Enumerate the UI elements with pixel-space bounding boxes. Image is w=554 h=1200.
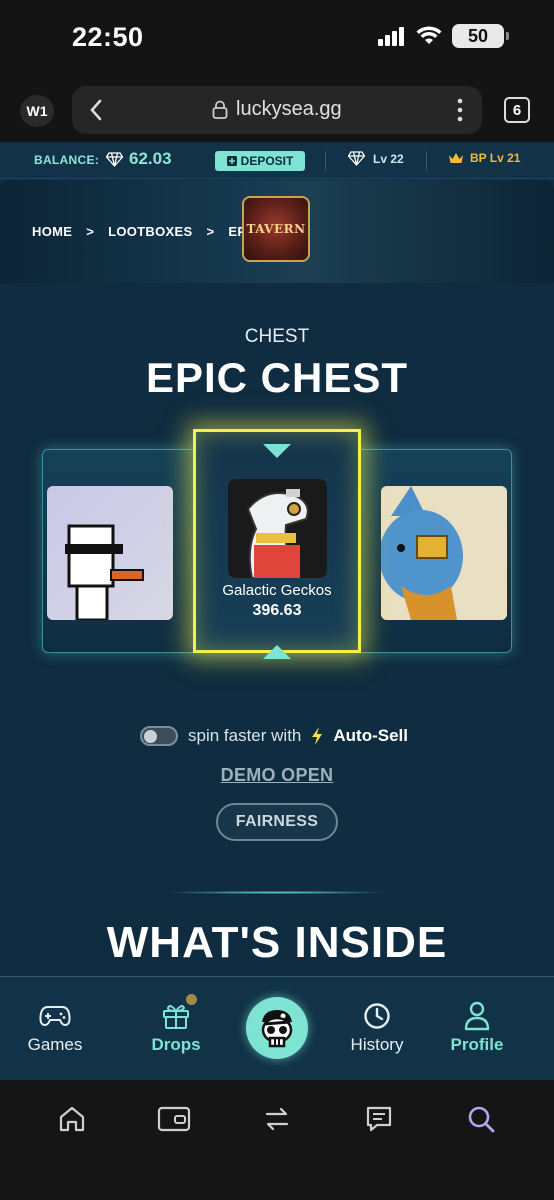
clock-history-icon bbox=[364, 1003, 390, 1029]
divider bbox=[325, 151, 326, 171]
status-bar: 22:50 50 bbox=[0, 0, 554, 80]
breadcrumb-home[interactable]: HOME bbox=[32, 224, 72, 239]
pirate-skull-icon bbox=[261, 1010, 293, 1048]
balance-value: 62.03 bbox=[129, 149, 172, 168]
nav-profile-label: Profile bbox=[450, 1035, 504, 1054]
diamond-icon bbox=[348, 151, 365, 166]
divider bbox=[426, 151, 427, 171]
autosell-label: Auto-Sell bbox=[333, 726, 408, 745]
autosell-row: spin faster with Auto-Sell bbox=[140, 726, 408, 746]
back-icon[interactable] bbox=[86, 96, 106, 124]
gift-icon bbox=[163, 1005, 189, 1029]
swap-glyph bbox=[265, 1107, 289, 1131]
home-pirate-button[interactable] bbox=[246, 997, 308, 1059]
tavern-logo-text: TAVERN bbox=[246, 222, 306, 236]
bp-level-text: BP Lv 21 bbox=[470, 151, 521, 165]
balance-display: 62.03 bbox=[106, 149, 172, 169]
plus-icon bbox=[226, 156, 237, 166]
fairness-button[interactable]: FAIRNESS bbox=[216, 803, 338, 841]
breadcrumb: HOME > LOOTBOXES > EPIC bbox=[32, 224, 260, 239]
hero-banner: HOME > LOOTBOXES > EPIC TAVERN bbox=[0, 180, 554, 283]
section-divider bbox=[170, 891, 384, 894]
item-price: 396.63 bbox=[252, 602, 302, 619]
nav-drops[interactable]: Drops bbox=[126, 1001, 226, 1055]
wifi-icon bbox=[416, 26, 442, 44]
breadcrumb-separator: > bbox=[86, 224, 95, 239]
diamond-icon bbox=[106, 151, 123, 167]
window-badge[interactable]: W1 bbox=[20, 95, 54, 127]
wallet-glyph bbox=[157, 1106, 191, 1132]
battery-icon: 50 bbox=[452, 24, 509, 48]
level-text: Lv 22 bbox=[373, 151, 404, 166]
nav-games-label: Games bbox=[27, 1035, 83, 1054]
signal-icon bbox=[378, 27, 404, 46]
nav-games[interactable]: Games bbox=[5, 1001, 105, 1055]
section-title: WHAT'S INSIDE bbox=[106, 918, 448, 967]
autosell-text: spin faster with bbox=[188, 726, 302, 745]
level-display[interactable]: Lv 22 bbox=[348, 151, 404, 166]
demo-open-link[interactable]: DEMO OPEN bbox=[0, 765, 554, 786]
battlepass-level[interactable]: BP Lv 21 bbox=[448, 151, 520, 165]
chest-category: CHEST bbox=[244, 326, 310, 347]
user-icon bbox=[464, 1001, 490, 1031]
nav-profile[interactable]: Profile bbox=[427, 1001, 527, 1055]
autosell-toggle[interactable] bbox=[140, 726, 178, 746]
page-content: BALANCE: 62.03 DEPOSIT Lv 22 BP Lv 21 HO… bbox=[0, 142, 554, 1079]
deposit-label: DEPOSIT bbox=[240, 154, 294, 168]
tabs-button[interactable]: 6 bbox=[504, 97, 530, 123]
lock-icon bbox=[212, 100, 228, 119]
reel-item-pixel-punk bbox=[47, 486, 173, 620]
address-bar[interactable]: luckysea.gg bbox=[72, 86, 482, 134]
nav-history[interactable]: History bbox=[327, 1001, 427, 1055]
pixel-punk-image bbox=[65, 524, 144, 620]
galactic-gecko-image bbox=[228, 479, 327, 578]
url-text: luckysea.gg bbox=[236, 98, 342, 120]
lightning-icon bbox=[312, 727, 323, 745]
url-display[interactable]: luckysea.gg bbox=[212, 98, 342, 121]
deposit-button[interactable]: DEPOSIT bbox=[215, 151, 305, 171]
page-title: EPIC CHEST bbox=[145, 354, 409, 401]
tavern-logo: TAVERN bbox=[242, 196, 310, 262]
gecko-art bbox=[228, 479, 327, 578]
clock: 22:50 bbox=[72, 22, 144, 52]
more-options-icon[interactable] bbox=[456, 96, 464, 124]
reel-pointer-top bbox=[263, 444, 291, 458]
search-glyph bbox=[468, 1106, 495, 1133]
item-name: Galactic Geckos bbox=[222, 582, 332, 599]
gamepad-icon bbox=[39, 1006, 71, 1027]
drops-notification-badge bbox=[186, 994, 197, 1005]
nav-drops-label: Drops bbox=[151, 1035, 201, 1054]
winning-item: Galactic Geckos 396.63 bbox=[193, 429, 361, 653]
swap-icon[interactable] bbox=[260, 1102, 294, 1136]
breadcrumb-separator: > bbox=[206, 224, 215, 239]
browser-bottom-bar bbox=[0, 1080, 554, 1200]
account-bar: BALANCE: 62.03 DEPOSIT Lv 22 BP Lv 21 bbox=[0, 142, 554, 179]
breadcrumb-lootboxes[interactable]: LOOTBOXES bbox=[108, 224, 192, 239]
cat-image bbox=[381, 486, 507, 620]
balance-label: BALANCE: bbox=[34, 153, 100, 167]
reel-pointer-bottom bbox=[263, 645, 291, 659]
status-icons: 50 bbox=[378, 24, 509, 48]
chat-icon[interactable] bbox=[362, 1102, 396, 1136]
home-icon[interactable] bbox=[55, 1102, 89, 1136]
reel-item-cat bbox=[381, 486, 507, 620]
home-glyph bbox=[59, 1106, 85, 1132]
search-icon[interactable] bbox=[464, 1102, 498, 1136]
bottom-navigation: Games Drops History Profile bbox=[0, 976, 554, 1080]
crown-icon bbox=[449, 153, 463, 163]
nav-history-label: History bbox=[350, 1035, 404, 1054]
wallet-icon[interactable] bbox=[157, 1102, 191, 1136]
chat-glyph bbox=[366, 1106, 392, 1132]
